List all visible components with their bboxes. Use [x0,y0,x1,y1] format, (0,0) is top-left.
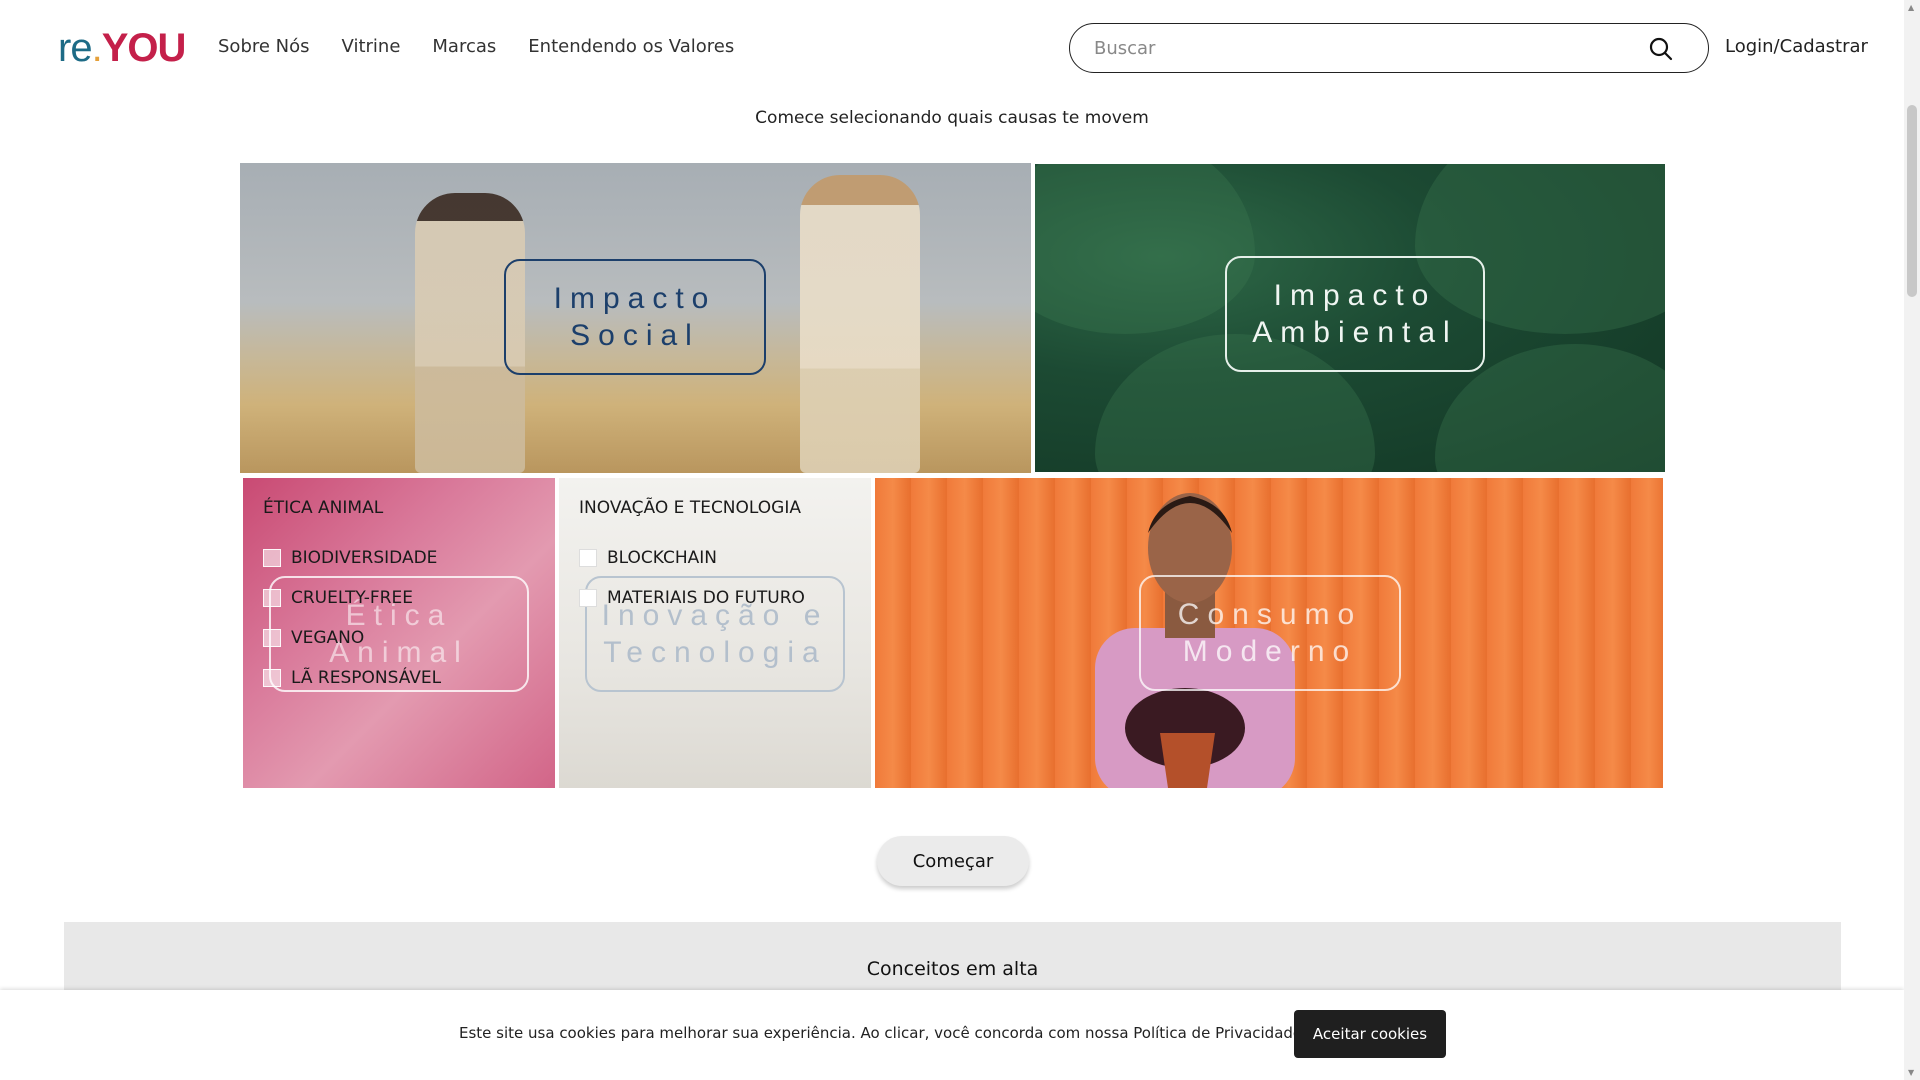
tile-label-impacto-ambiental: Impacto Ambiental [1225,256,1485,372]
trending-title: Conceitos em alta [866,958,1039,980]
tile-label-impacto-social: Impacto Social [504,259,766,375]
checkbox[interactable] [263,669,281,687]
option-materiais-futuro[interactable]: MATERIAIS DO FUTURO [579,578,805,618]
checkbox[interactable] [263,589,281,607]
tile-etica-animal[interactable]: Ética Animal ÉTICA ANIMAL BIODIVERSIDADE… [243,478,555,788]
search-input[interactable] [1094,36,1634,60]
etica-animal-options: ÉTICA ANIMAL BIODIVERSIDADE CRUELTY-FREE… [263,498,441,698]
main-nav: Sobre Nós Vitrine Marcas Entendendo os V… [218,36,734,57]
option-vegano[interactable]: VEGANO [263,618,441,658]
tile-label-consumo-moderno: Consumo Moderno [1139,575,1401,691]
nav-item-entendendo-valores[interactable]: Entendendo os Valores [528,36,734,57]
checkbox[interactable] [263,549,281,567]
option-blockchain[interactable]: BLOCKCHAIN [579,538,805,578]
scroll-up-icon[interactable]: ▲ [1908,3,1914,12]
inovacao-options: INOVAÇÃO E TECNOLOGIA BLOCKCHAIN MATERIA… [579,498,805,618]
tile-photo-person [800,175,920,473]
option-biodiversidade[interactable]: BIODIVERSIDADE [263,538,441,578]
scrollbar-thumb[interactable] [1907,105,1917,297]
header: re.YOU Sobre Nós Vitrine Marcas Entenden… [0,0,1904,96]
nav-item-sobre-nos[interactable]: Sobre Nós [218,36,310,57]
checkbox[interactable] [263,629,281,647]
leaf-shape [1035,164,1255,334]
logo[interactable]: re.YOU [58,26,187,71]
accept-cookies-button[interactable]: Aceitar cookies [1294,1010,1446,1058]
nav-item-marcas[interactable]: Marcas [432,36,496,57]
inovacao-heading: INOVAÇÃO E TECNOLOGIA [579,498,801,518]
option-label: MATERIAIS DO FUTURO [607,588,805,608]
option-cruelty-free[interactable]: CRUELTY-FREE [263,578,441,618]
option-label: BLOCKCHAIN [607,548,718,568]
page-scrollbar[interactable]: ▲ ▼ [1904,0,1920,1080]
option-label: CRUELTY-FREE [291,588,413,608]
option-label: LÃ RESPONSÁVEL [291,668,442,688]
tile-impacto-ambiental[interactable]: Impacto Ambiental [1035,164,1665,472]
option-la-responsavel[interactable]: LÃ RESPONSÁVEL [263,658,441,698]
logo-you: YOU [101,26,187,70]
login-link[interactable]: Login/Cadastrar [1725,36,1868,57]
checkbox[interactable] [579,589,597,607]
search-bar [1069,23,1709,73]
checkbox[interactable] [579,549,597,567]
logo-re: re [58,26,93,70]
page-subtitle: Comece selecionando quais causas te move… [755,108,1149,128]
option-label: VEGANO [291,628,365,648]
tile-inovacao-tecnologia[interactable]: Inovação e Tecnologia INOVAÇÃO E TECNOLO… [559,478,871,788]
tile-impacto-social[interactable]: Impacto Social [240,163,1031,473]
cookie-message: Este site usa cookies para melhorar sua … [459,1024,1307,1042]
search-icon [1649,37,1673,61]
search-button[interactable] [1648,36,1674,62]
scroll-down-icon[interactable]: ▼ [1908,1068,1914,1077]
etica-animal-heading: ÉTICA ANIMAL [263,498,384,518]
nav-item-vitrine[interactable]: Vitrine [342,36,401,57]
tile-consumo-moderno[interactable]: Consumo Moderno [875,478,1663,788]
logo-dot: . [91,26,103,70]
start-button[interactable]: Começar [877,836,1029,886]
cookie-banner: Este site usa cookies para melhorar sua … [0,990,1904,1080]
option-label: BIODIVERSIDADE [291,548,438,568]
